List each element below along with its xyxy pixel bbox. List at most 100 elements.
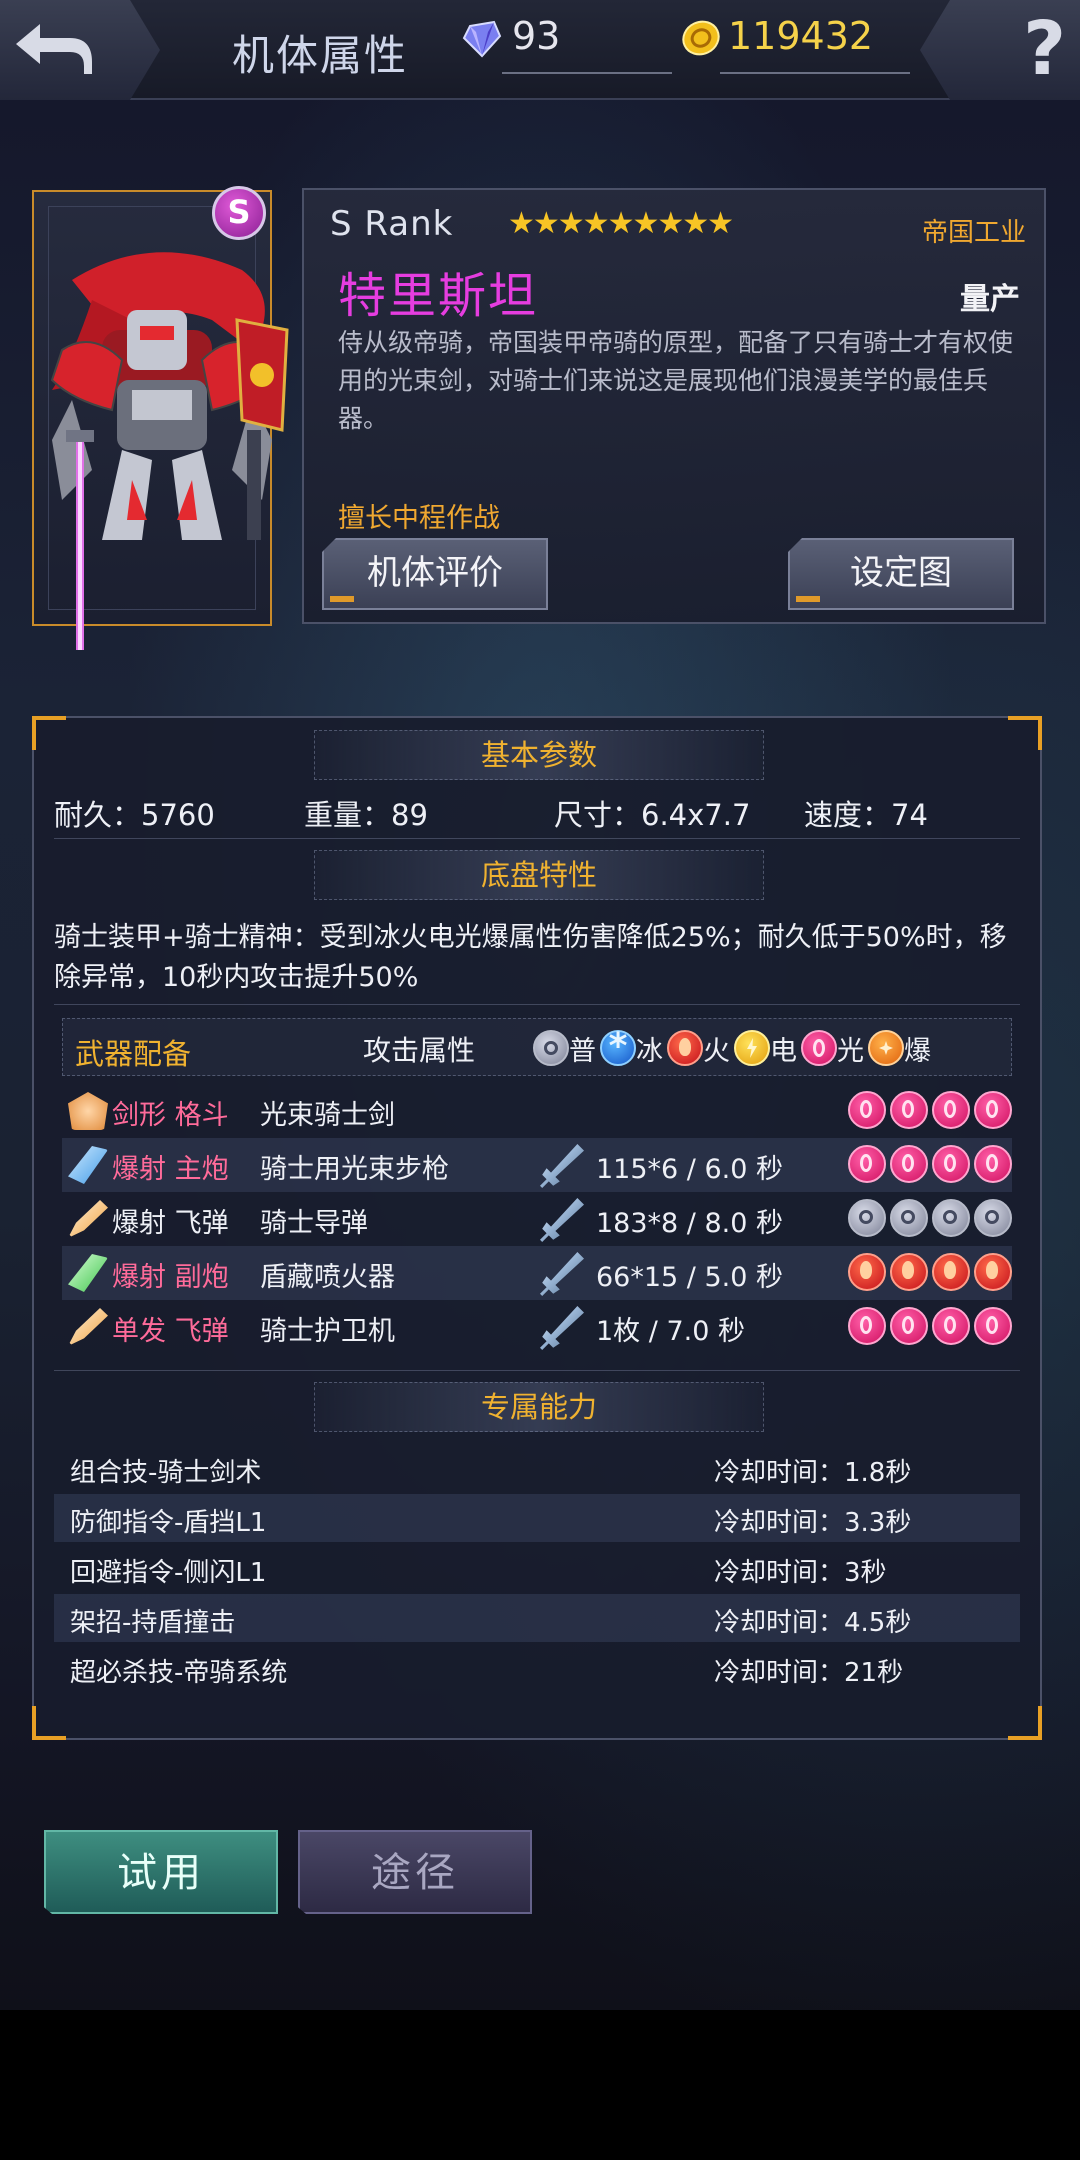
light-element-icon bbox=[848, 1145, 886, 1183]
fire-element-icon bbox=[848, 1253, 886, 1291]
weapon-row[interactable]: 爆射 主炮 骑士用光束步枪 115*6 / 6.0 秒 bbox=[62, 1138, 1012, 1192]
ability-row[interactable]: 组合技-骑士剑术 冷却时间：1.8秒 bbox=[54, 1444, 1020, 1492]
back-arrow-icon bbox=[16, 24, 92, 74]
page-title: 机体属性 bbox=[232, 31, 409, 80]
specialty-label: 擅长中程作战 bbox=[338, 503, 500, 534]
weapon-damage-stat: 66*15 / 5.0 秒 bbox=[596, 1262, 783, 1293]
weapon-row[interactable]: 剑形 格斗 光束骑士剑 bbox=[62, 1084, 1012, 1138]
light-element-icon bbox=[932, 1091, 970, 1129]
back-button[interactable] bbox=[0, 0, 160, 100]
top-bar: 机体属性 93 119432 ? bbox=[0, 0, 1080, 100]
ice-element-icon bbox=[600, 1026, 636, 1067]
light-element-icon bbox=[801, 1030, 837, 1066]
weapon-name: 盾藏喷火器 bbox=[260, 1262, 395, 1293]
light-element-icon bbox=[848, 1091, 886, 1129]
ability-cooldown: 冷却时间：1.8秒 bbox=[714, 1458, 912, 1488]
beam-rifle-icon bbox=[68, 1146, 108, 1184]
normal-element-icon bbox=[890, 1199, 928, 1237]
panel-corner-decoration bbox=[1008, 1706, 1042, 1740]
fire-element-icon bbox=[667, 1030, 703, 1066]
sword-damage-icon bbox=[540, 1252, 584, 1296]
try-out-button[interactable]: 试用 bbox=[44, 1830, 278, 1914]
gem-icon bbox=[462, 20, 502, 58]
light-element-icon bbox=[974, 1307, 1012, 1345]
ability-name: 超必杀技-帝骑系统 bbox=[70, 1658, 288, 1688]
divider bbox=[54, 838, 1020, 839]
light-element-icon bbox=[932, 1145, 970, 1183]
coin-count: 119432 bbox=[728, 14, 874, 58]
weapon-element-icons bbox=[844, 1253, 1012, 1291]
weapon-row[interactable]: 爆射 副炮 盾藏喷火器 66*15 / 5.0 秒 bbox=[62, 1246, 1012, 1300]
mech-description: 侍从级帝骑，帝国装甲帝骑的原型，配备了只有骑士才有权使用的光束剑，对骑士们来说这… bbox=[338, 328, 1014, 433]
fire-element-icon bbox=[932, 1253, 970, 1291]
ability-row[interactable]: 架招-持盾撞击 冷却时间：4.5秒 bbox=[54, 1594, 1020, 1642]
weapon-damage-stat: 183*8 / 8.0 秒 bbox=[596, 1208, 783, 1239]
element-label: 冰 bbox=[636, 1035, 663, 1067]
ability-name: 组合技-骑士剑术 bbox=[70, 1458, 262, 1488]
speed-stat: 速度：74 bbox=[804, 798, 928, 832]
concept-art-button[interactable]: 设定图 bbox=[788, 538, 1014, 610]
weapon-damage-stat: 115*6 / 6.0 秒 bbox=[596, 1154, 783, 1185]
ability-cooldown: 冷却时间：21秒 bbox=[714, 1658, 904, 1688]
weapon-element-icons bbox=[844, 1091, 1012, 1129]
element-label: 火 bbox=[703, 1035, 730, 1067]
chassis-trait-text: 骑士装甲+骑士精神：受到冰火电光爆属性伤害降低25%；耐久低于50%时，移除异常… bbox=[54, 922, 1007, 993]
weapon-name: 骑士导弹 bbox=[260, 1208, 368, 1239]
weapon-type: 单发 飞弹 bbox=[112, 1316, 229, 1347]
normal-element-icon bbox=[932, 1199, 970, 1237]
sword-damage-icon bbox=[540, 1198, 584, 1242]
ability-name: 回避指令-侧闪L1 bbox=[70, 1558, 267, 1588]
gem-count: 93 bbox=[512, 14, 561, 58]
bottom-letterbox bbox=[0, 2010, 1080, 2160]
missile-icon bbox=[68, 1200, 108, 1238]
ability-row[interactable]: 防御指令-盾挡L1 冷却时间：3.3秒 bbox=[54, 1494, 1020, 1542]
element-light: 光 bbox=[801, 1029, 864, 1068]
abilities-heading: 专属能力 bbox=[314, 1382, 764, 1432]
element-legend: 普 冰 火 电 光 爆 bbox=[533, 1026, 935, 1069]
acquisition-route-button[interactable]: 途径 bbox=[298, 1830, 532, 1914]
attack-attribute-label: 攻击属性 bbox=[363, 1034, 476, 1067]
basic-params-heading: 基本参数 bbox=[314, 730, 764, 780]
chassis-heading: 底盘特性 bbox=[314, 850, 764, 900]
basic-stats-row: 耐久：5760 重量：89 尺寸：6.4x7.7 速度：74 bbox=[54, 792, 1014, 836]
panel-corner-decoration bbox=[1008, 716, 1042, 750]
ability-row[interactable]: 超必杀技-帝骑系统 冷却时间：21秒 bbox=[54, 1644, 1020, 1692]
weapon-row[interactable]: 爆射 飞弹 骑士导弹 183*8 / 8.0 秒 bbox=[62, 1192, 1012, 1246]
element-normal: 普 bbox=[533, 1029, 596, 1068]
help-button[interactable]: ? bbox=[920, 0, 1080, 100]
coin-counter: 119432 bbox=[680, 14, 910, 74]
panel-corner-decoration bbox=[32, 716, 66, 750]
element-label: 光 bbox=[837, 1035, 864, 1067]
weapons-heading: 武器配备 bbox=[75, 1037, 192, 1071]
coin-underline bbox=[720, 72, 910, 74]
coin-icon bbox=[682, 20, 720, 56]
weapon-element-icons bbox=[844, 1145, 1012, 1183]
light-element-icon bbox=[974, 1091, 1012, 1129]
weapon-type: 爆射 副炮 bbox=[112, 1262, 229, 1293]
electric-element-icon bbox=[734, 1030, 770, 1066]
fire-element-icon bbox=[974, 1253, 1012, 1291]
weapon-element-icons bbox=[844, 1199, 1012, 1237]
light-element-icon bbox=[848, 1307, 886, 1345]
element-burst: 爆 bbox=[868, 1029, 931, 1068]
ability-row[interactable]: 回避指令-侧闪L1 冷却时间：3秒 bbox=[54, 1544, 1020, 1592]
durability-stat: 耐久：5760 bbox=[54, 798, 215, 832]
weapon-row[interactable]: 单发 飞弹 骑士护卫机 1枚 / 7.0 秒 bbox=[62, 1300, 1012, 1354]
weapon-type: 爆射 主炮 bbox=[112, 1154, 229, 1185]
light-element-icon bbox=[890, 1307, 928, 1345]
mech-review-button[interactable]: 机体评价 bbox=[322, 538, 548, 610]
sword-damage-icon bbox=[540, 1144, 584, 1188]
gem-counter: 93 bbox=[462, 14, 672, 74]
mech-name: 特里斯坦 bbox=[338, 268, 539, 324]
light-element-icon bbox=[890, 1145, 928, 1183]
manufacturer-label: 帝国工业 bbox=[921, 218, 1026, 248]
weapons-header: 武器配备 攻击属性 普 冰 火 电 光 爆 bbox=[62, 1018, 1012, 1076]
weapon-element-icons bbox=[844, 1307, 1012, 1345]
mech-portrait-image bbox=[50, 252, 289, 650]
normal-element-icon bbox=[974, 1199, 1012, 1237]
light-element-icon bbox=[974, 1145, 1012, 1183]
element-label: 普 bbox=[569, 1035, 596, 1067]
gem-underline bbox=[502, 72, 672, 74]
ability-cooldown: 冷却时间：4.5秒 bbox=[714, 1608, 912, 1638]
attributes-panel: 基本参数 耐久：5760 重量：89 尺寸：6.4x7.7 速度：74 底盘特性… bbox=[32, 716, 1042, 1740]
